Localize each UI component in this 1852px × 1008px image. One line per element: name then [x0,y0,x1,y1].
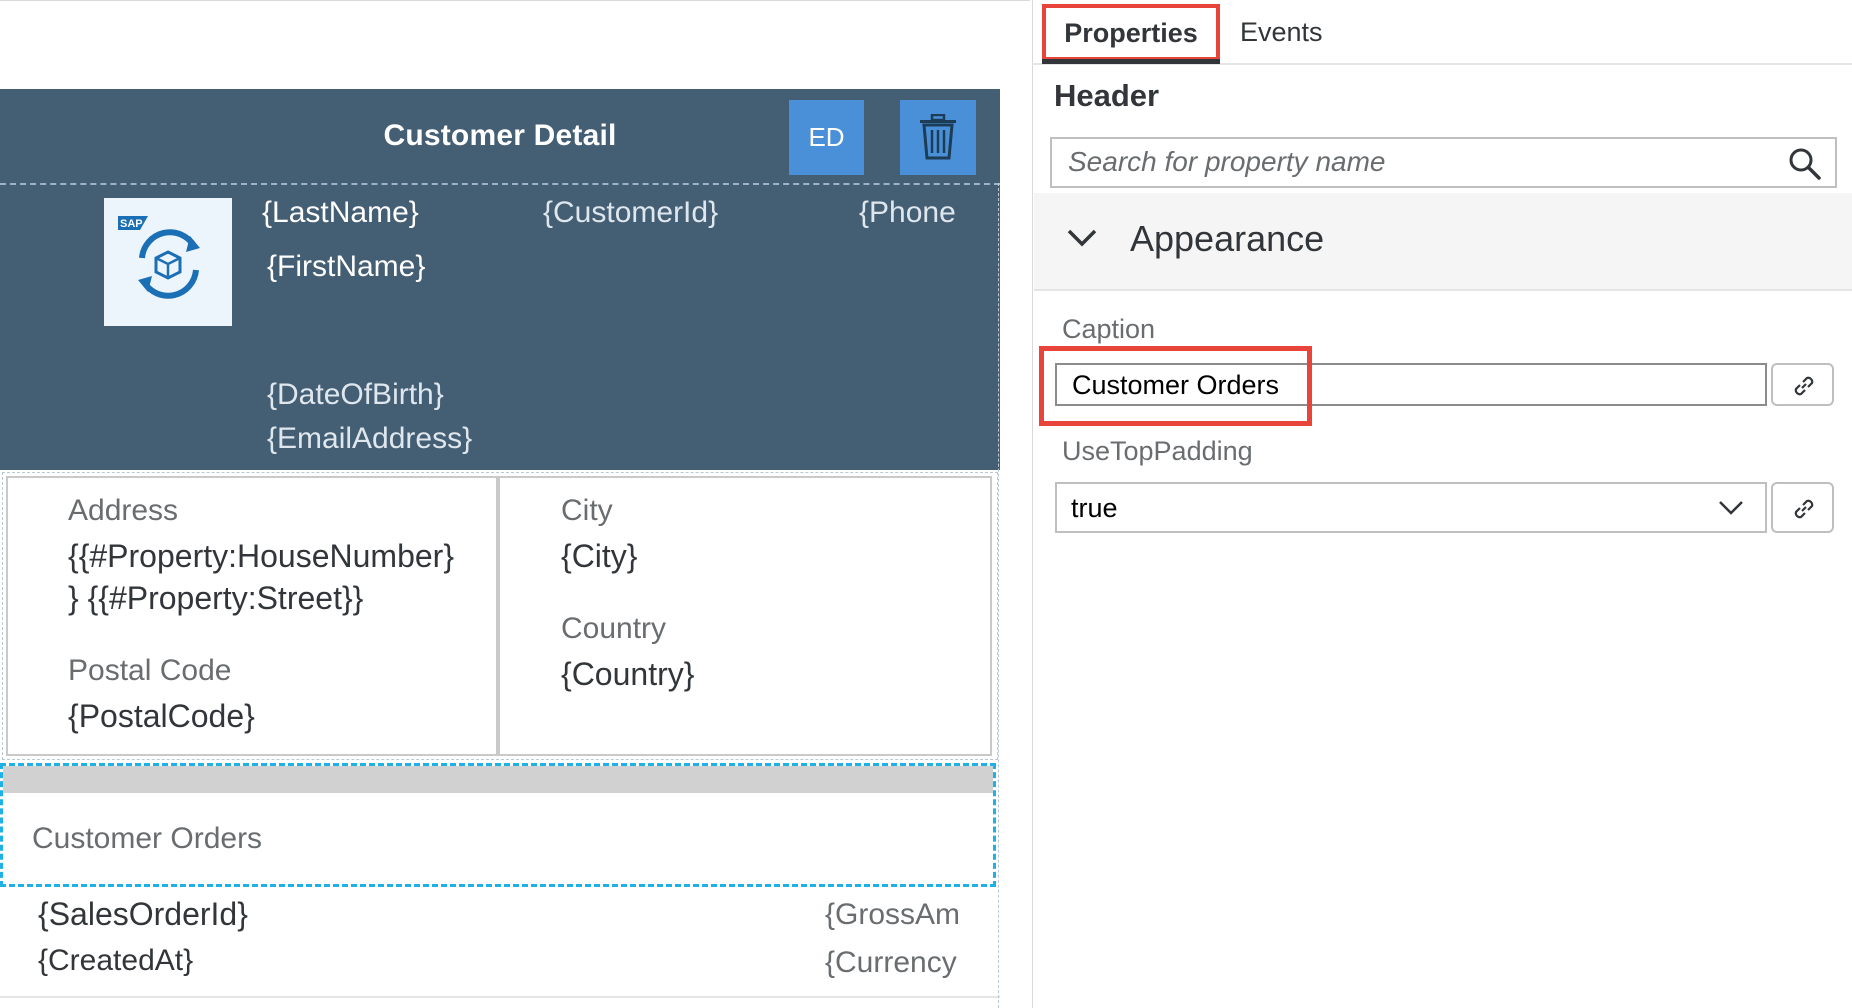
use-top-padding-value: true [1071,493,1118,523]
tab-properties[interactable]: Properties [1042,4,1220,61]
delete-button[interactable] [900,100,976,175]
last-name-field: {LastName} [262,196,419,229]
email-field: {EmailAddress} [267,422,473,455]
address-line-2: } {{#Property:Street}} [68,580,364,616]
appearance-section-title: Appearance [1130,218,1325,259]
sales-order-id: {SalesOrderId} [38,896,248,932]
city-value: {City} [561,538,638,574]
city-label: City [561,494,613,527]
address-label: Address [68,494,179,527]
country-label: Country [561,612,667,645]
orders-caption: Customer Orders [32,822,263,855]
sap-logo-text: SAP [120,218,143,230]
canvas-edge [998,183,1000,1008]
control-type-title: Header [1054,78,1160,113]
tab-events[interactable]: Events [1240,12,1323,52]
link-icon [1794,376,1814,396]
postal-code-label: Postal Code [68,654,232,687]
address-line-1: {{#Property:HouseNumber} [68,538,454,574]
active-tab-indicator [1042,59,1220,64]
use-top-padding-bind-button[interactable] [1771,482,1834,533]
sap-sync-icon: SAP [104,198,232,326]
created-at: {CreatedAt} [38,944,194,977]
trash-icon [920,114,956,160]
search-icon[interactable] [1788,147,1822,186]
phone-field: {Phone [859,196,956,229]
chevron-down-icon[interactable] [1718,500,1744,521]
search-placeholder: Search for property name [1068,146,1386,177]
currency: {Currency [825,946,957,979]
country-value: {Country} [561,656,695,692]
postal-code-value: {PostalCode} [68,698,255,734]
use-top-padding-label: UseTopPadding [1062,436,1253,466]
top-divider [0,0,1030,1]
date-of-birth-field: {DateOfBirth} [267,378,444,411]
link-icon [1794,499,1814,519]
gross-amount: {GrossAm [825,898,961,931]
caption-highlight-box [1039,346,1312,426]
chevron-down-icon[interactable] [1066,228,1098,253]
edit-button[interactable]: ED [789,100,864,175]
caption-bind-button[interactable] [1771,363,1834,406]
customer-id-field: {CustomerId} [543,196,719,229]
list-divider [0,996,1000,998]
caption-label: Caption [1062,314,1156,344]
use-top-padding-select[interactable] [1055,482,1767,533]
first-name-field: {FirstName} [267,250,426,283]
